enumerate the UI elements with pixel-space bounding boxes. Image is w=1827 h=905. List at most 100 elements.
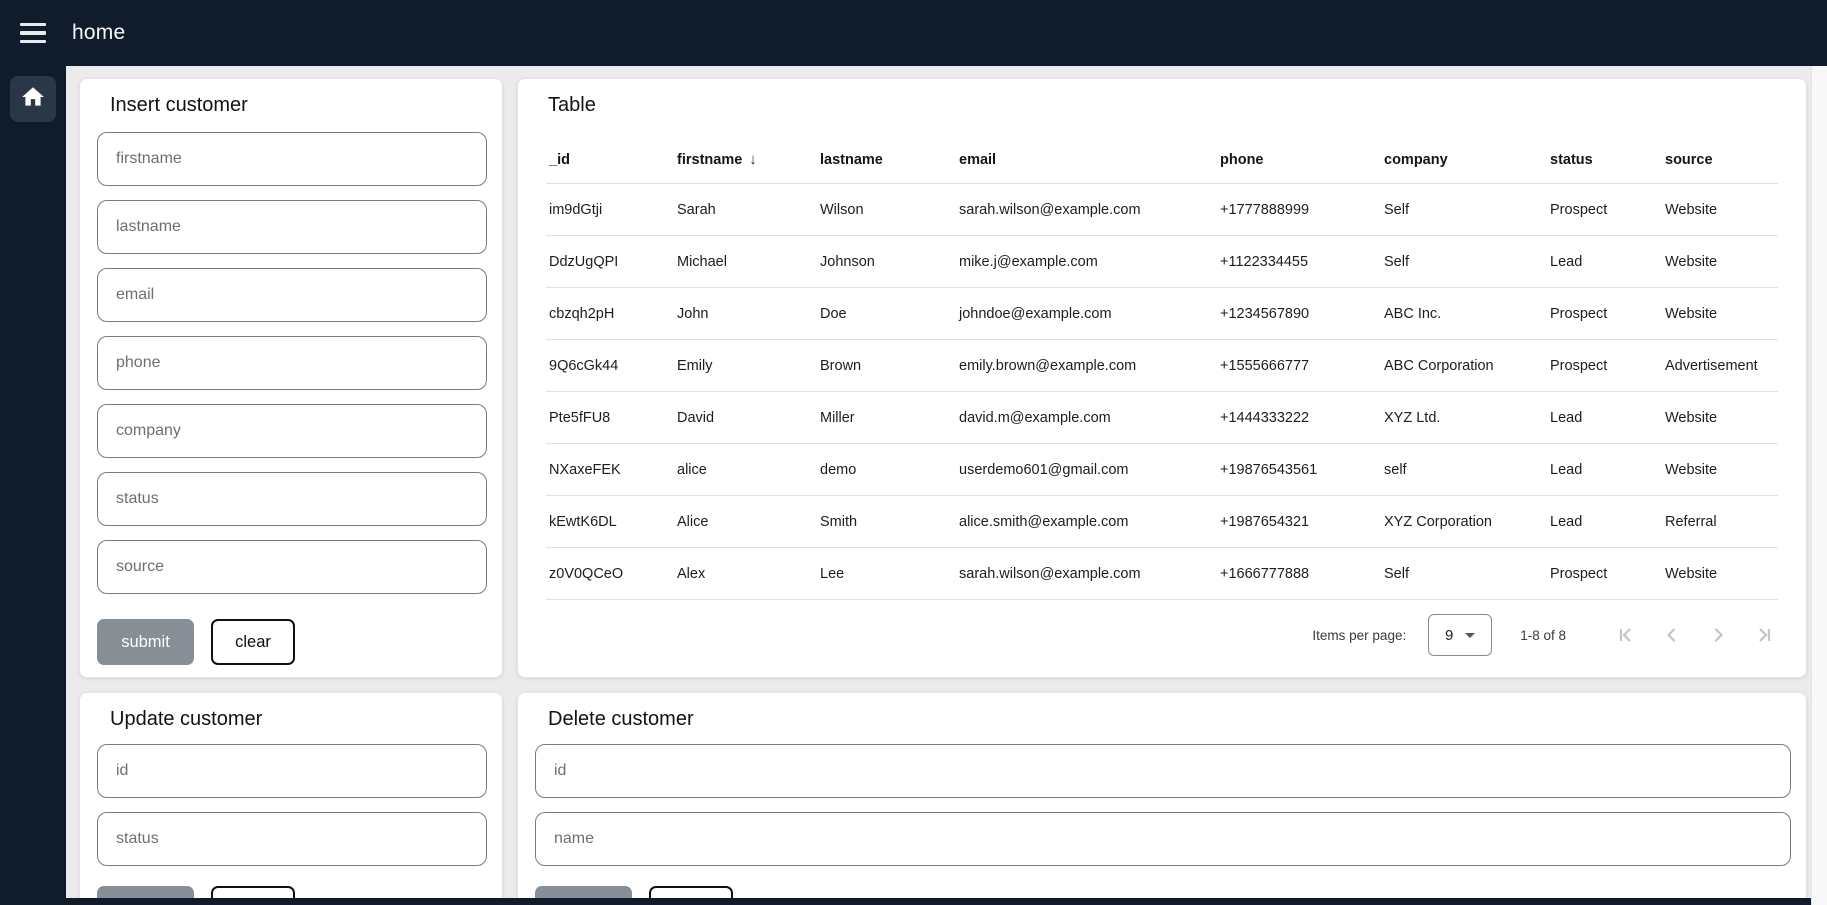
table-row: im9dGtji Sarah Wilson sarah.wilson@examp… — [546, 184, 1778, 236]
column-header-source[interactable]: source — [1662, 152, 1778, 168]
table-cell: Sarah — [674, 202, 817, 218]
table-cell: David — [674, 410, 817, 426]
menu-icon[interactable] — [20, 23, 46, 43]
table-cell: John — [674, 306, 817, 322]
table-cell: Self — [1381, 254, 1547, 270]
page-title: home — [72, 21, 125, 45]
table-cell: Alice — [674, 514, 817, 530]
table-cell: Wilson — [817, 202, 956, 218]
table-cell: Website — [1662, 254, 1778, 270]
top-bar: home — [0, 0, 1827, 66]
chevron-right-icon — [1706, 623, 1730, 647]
table-cell: Prospect — [1547, 358, 1662, 374]
table-cell: sarah.wilson@example.com — [956, 566, 1217, 582]
table-cell: DdzUgQPI — [546, 254, 674, 270]
page-range-label: 1-8 of 8 — [1520, 628, 1566, 643]
company-input[interactable] — [97, 404, 487, 458]
last-page-button[interactable] — [1752, 623, 1776, 647]
table-cell: demo — [817, 462, 956, 478]
table-header-row: _id firstname ↓ lastname email phone com… — [546, 136, 1778, 184]
table-cell: +1122334455 — [1217, 254, 1381, 270]
column-header-email[interactable]: email — [956, 152, 1217, 168]
table-cell: Lead — [1547, 410, 1662, 426]
table-row: kEwtK6DL Alice Smith alice.smith@example… — [546, 496, 1778, 548]
dropdown-caret-icon — [1465, 633, 1475, 638]
table-cell: Website — [1662, 462, 1778, 478]
table-cell: NXaxeFEK — [546, 462, 674, 478]
insert-clear-button[interactable]: clear — [211, 619, 295, 665]
firstname-input[interactable] — [97, 132, 487, 186]
chevron-left-icon — [1660, 623, 1684, 647]
column-header-id[interactable]: _id — [546, 152, 674, 168]
table-card-title: Table — [548, 94, 596, 117]
table-cell: Lead — [1547, 254, 1662, 270]
table-cell: Website — [1662, 566, 1778, 582]
column-header-phone[interactable]: phone — [1217, 152, 1381, 168]
insert-submit-button[interactable]: submit — [97, 619, 194, 665]
table-cell: self — [1381, 462, 1547, 478]
next-page-button[interactable] — [1706, 623, 1730, 647]
delete-name-input[interactable] — [535, 812, 1791, 866]
page-size-select[interactable]: 9 — [1428, 614, 1492, 656]
phone-input[interactable] — [97, 336, 487, 390]
table-row: Pte5fFU8 David Miller david.m@example.co… — [546, 392, 1778, 444]
insert-customer-card: Insert customer submit clear — [79, 78, 503, 678]
email-input[interactable] — [97, 268, 487, 322]
table-cell: Miller — [817, 410, 956, 426]
table-cell: z0V0QCeO — [546, 566, 674, 582]
column-header-firstname[interactable]: firstname ↓ — [674, 151, 817, 168]
table-row: DdzUgQPI Michael Johnson mike.j@example.… — [546, 236, 1778, 288]
table-cell: kEwtK6DL — [546, 514, 674, 530]
table-row: z0V0QCeO Alex Lee sarah.wilson@example.c… — [546, 548, 1778, 600]
table-cell: Website — [1662, 410, 1778, 426]
update-id-input[interactable] — [97, 744, 487, 798]
table-cell: Website — [1662, 306, 1778, 322]
table-cell: Lead — [1547, 514, 1662, 530]
sidebar-item-home[interactable] — [10, 76, 56, 122]
delete-id-input[interactable] — [535, 744, 1791, 798]
insert-card-title: Insert customer — [110, 94, 248, 117]
home-icon — [20, 84, 46, 115]
table-cell: +1777888999 — [1217, 202, 1381, 218]
table-cell: alice.smith@example.com — [956, 514, 1217, 530]
table-cell: Website — [1662, 202, 1778, 218]
source-input[interactable] — [97, 540, 487, 594]
table-cell: Self — [1381, 202, 1547, 218]
customers-table: _id firstname ↓ lastname email phone com… — [546, 136, 1778, 600]
table-row: cbzqh2pH John Doe johndoe@example.com +1… — [546, 288, 1778, 340]
table-cell: johndoe@example.com — [956, 306, 1217, 322]
table-cell: Doe — [817, 306, 956, 322]
sidebar — [0, 66, 66, 905]
sort-desc-icon: ↓ — [749, 151, 757, 168]
table-cell: Pte5fFU8 — [546, 410, 674, 426]
previous-page-button[interactable] — [1660, 623, 1684, 647]
table-cell: Michael — [674, 254, 817, 270]
table-cell: david.m@example.com — [956, 410, 1217, 426]
column-header-company[interactable]: company — [1381, 152, 1547, 168]
table-cell: alice — [674, 462, 817, 478]
first-page-button[interactable] — [1614, 623, 1638, 647]
last-page-icon — [1752, 623, 1776, 647]
table-cell: Smith — [817, 514, 956, 530]
table-cell: ABC Inc. — [1381, 306, 1547, 322]
column-header-lastname[interactable]: lastname — [817, 152, 956, 168]
table-cell: +1234567890 — [1217, 306, 1381, 322]
lastname-input[interactable] — [97, 200, 487, 254]
vertical-scrollbar[interactable] — [1811, 66, 1827, 905]
table-cell: Brown — [817, 358, 956, 374]
table-cell: Self — [1381, 566, 1547, 582]
table-cell: emily.brown@example.com — [956, 358, 1217, 374]
delete-customer-card: Delete customer submit clear — [517, 692, 1807, 905]
table-cell: Prospect — [1547, 306, 1662, 322]
table-cell: XYZ Corporation — [1381, 514, 1547, 530]
table-cell: Prospect — [1547, 202, 1662, 218]
table-paginator: Items per page: 9 1-8 of 8 — [518, 609, 1806, 661]
table-cell: cbzqh2pH — [546, 306, 674, 322]
table-cell: ABC Corporation — [1381, 358, 1547, 374]
table-cell: Advertisement — [1662, 358, 1778, 374]
status-input[interactable] — [97, 472, 487, 526]
table-cell: XYZ Ltd. — [1381, 410, 1547, 426]
column-header-status[interactable]: status — [1547, 152, 1662, 168]
delete-card-title: Delete customer — [548, 708, 694, 731]
update-status-input[interactable] — [97, 812, 487, 866]
